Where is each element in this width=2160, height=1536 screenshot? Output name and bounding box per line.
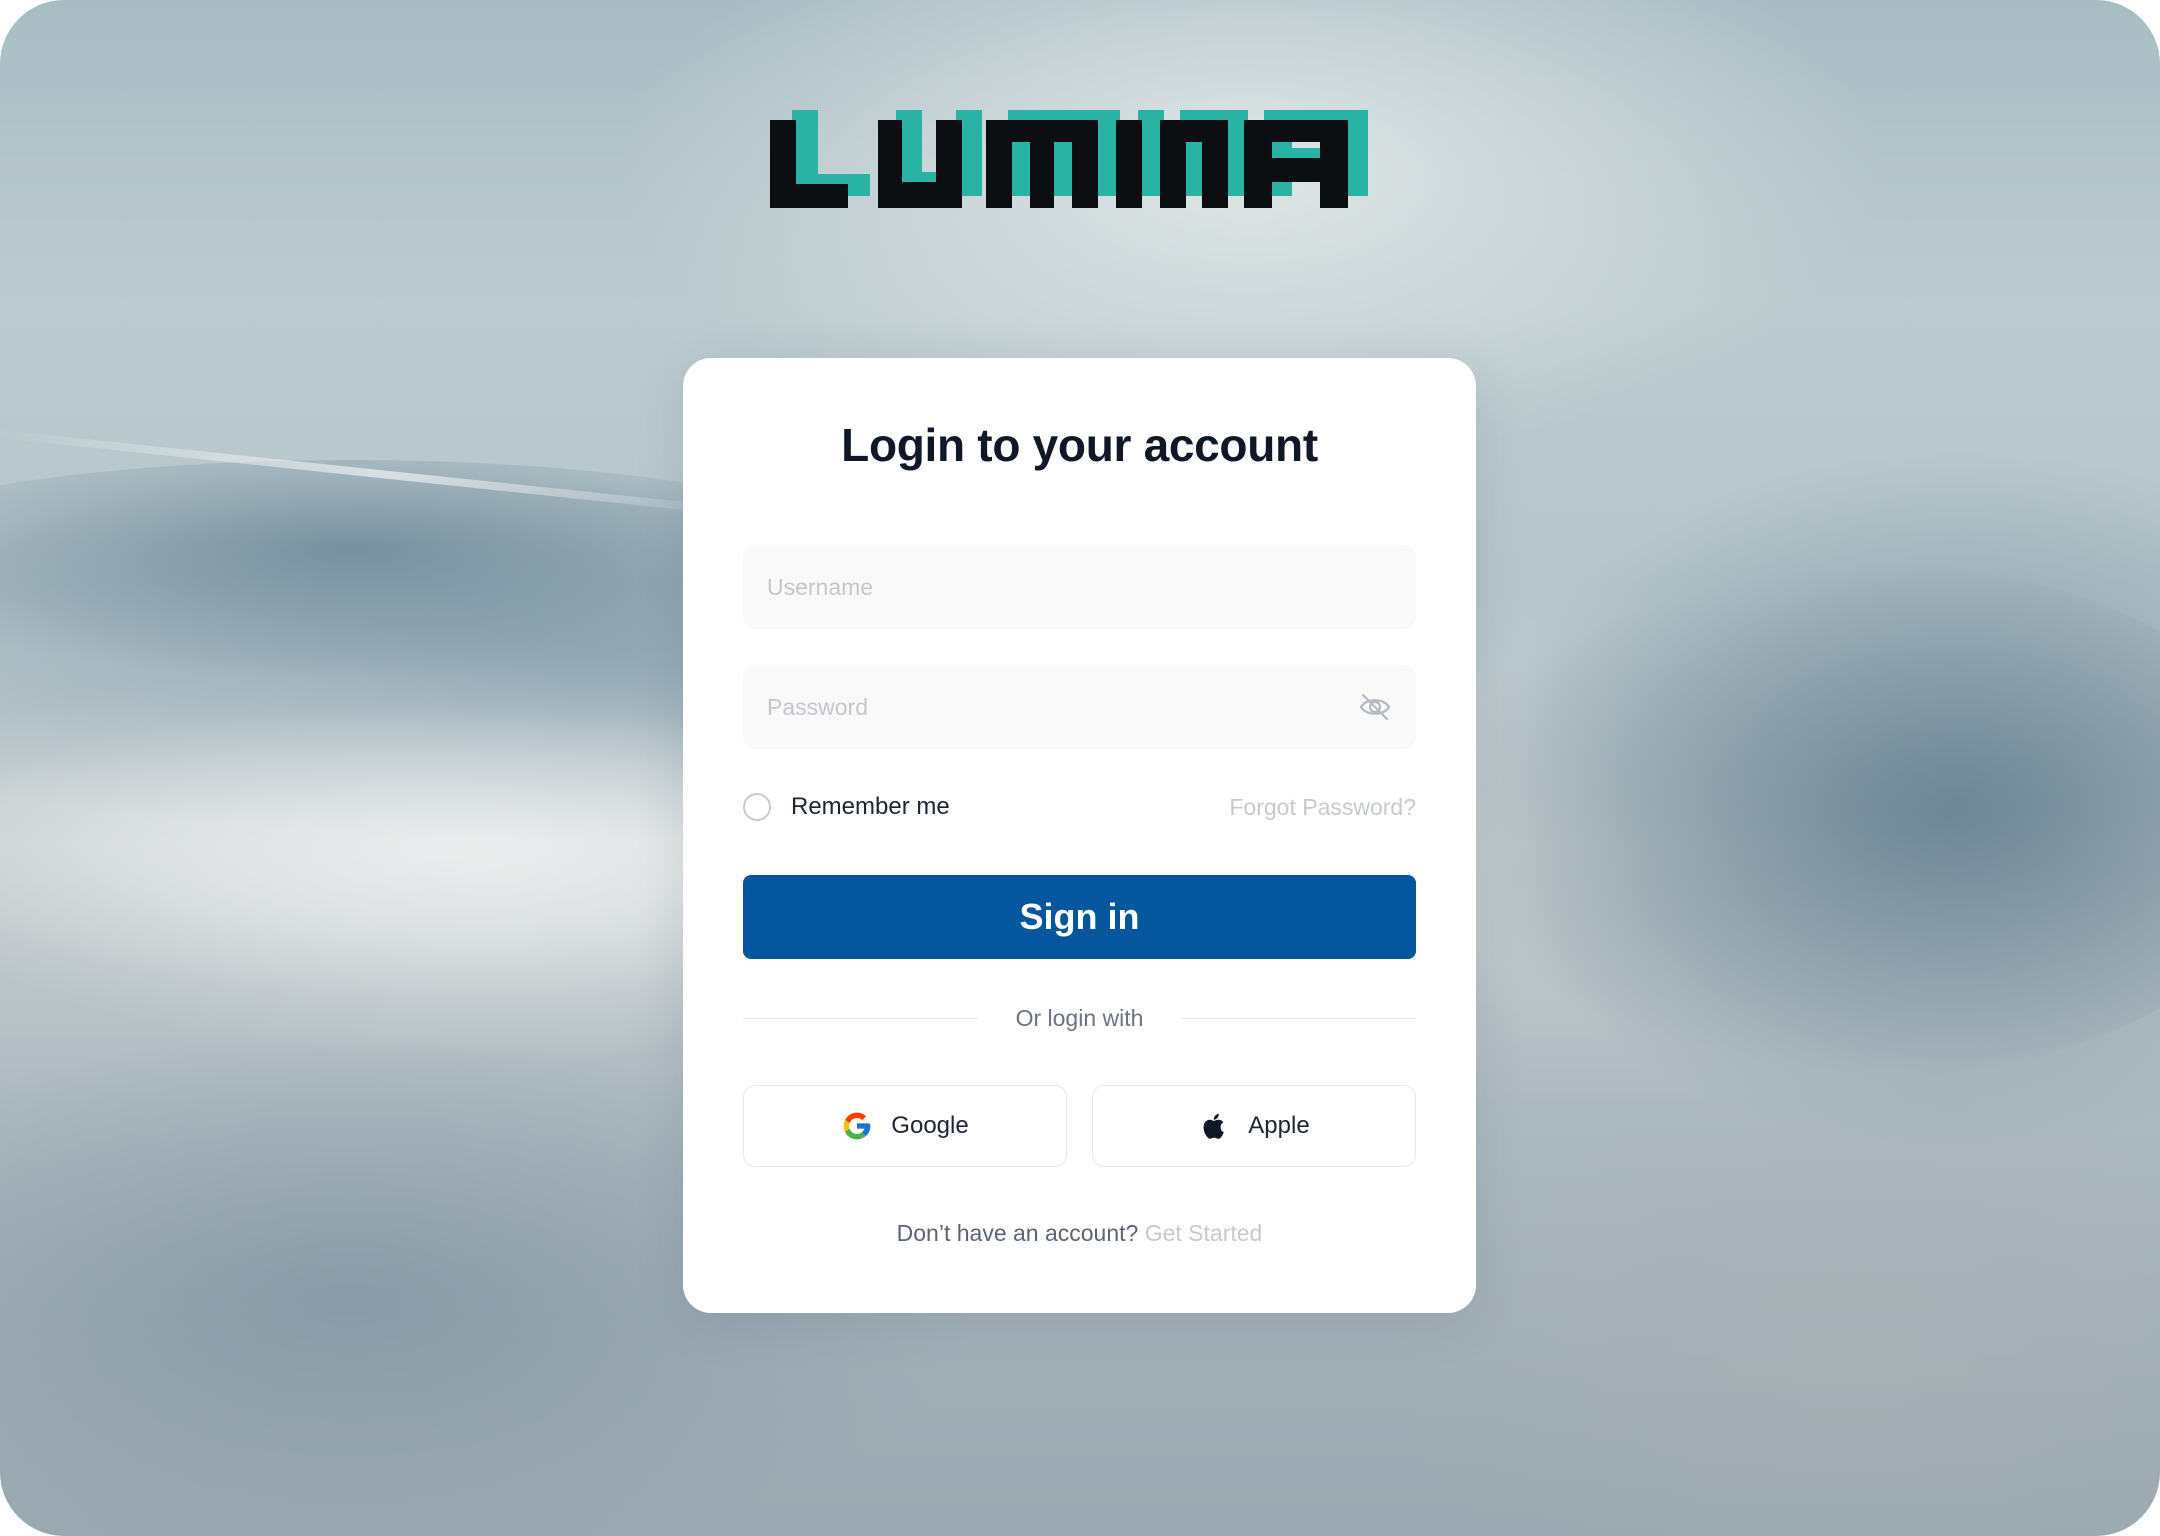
signup-prompt: Don’t have an account? Get Started xyxy=(683,1220,1476,1247)
username-input[interactable] xyxy=(743,545,1416,629)
page-title: Login to your account xyxy=(841,419,1318,471)
divider-line xyxy=(1181,1018,1416,1019)
remember-me-checkbox[interactable] xyxy=(743,793,771,821)
or-divider: Or login with xyxy=(743,1001,1416,1035)
password-field[interactable] xyxy=(743,665,1416,749)
remember-me[interactable]: Remember me xyxy=(743,791,950,823)
forgot-password-link[interactable]: Forgot Password? xyxy=(1229,791,1416,823)
remember-me-label: Remember me xyxy=(791,793,950,820)
signup-question: Don’t have an account? xyxy=(896,1220,1139,1246)
sign-in-button[interactable]: Sign in xyxy=(743,875,1416,959)
apple-icon xyxy=(1203,1113,1225,1139)
login-card: Login to your account Remember me Forgot… xyxy=(683,358,1476,1313)
get-started-link[interactable]: Get Started xyxy=(1145,1220,1263,1246)
eye-off-icon[interactable] xyxy=(1358,691,1392,723)
background: Login to your account Remember me Forgot… xyxy=(0,0,2160,1536)
lumina-logo xyxy=(770,110,1368,208)
apple-login-button[interactable]: Apple xyxy=(1092,1085,1416,1167)
google-label: Google xyxy=(891,1112,969,1139)
apple-label: Apple xyxy=(1248,1112,1310,1139)
google-login-button[interactable]: Google xyxy=(743,1085,1067,1167)
username-field[interactable] xyxy=(743,545,1416,629)
google-icon xyxy=(843,1112,871,1140)
password-input[interactable] xyxy=(743,665,1416,749)
background-wave xyxy=(1400,560,2160,1080)
background-streak xyxy=(0,428,779,520)
